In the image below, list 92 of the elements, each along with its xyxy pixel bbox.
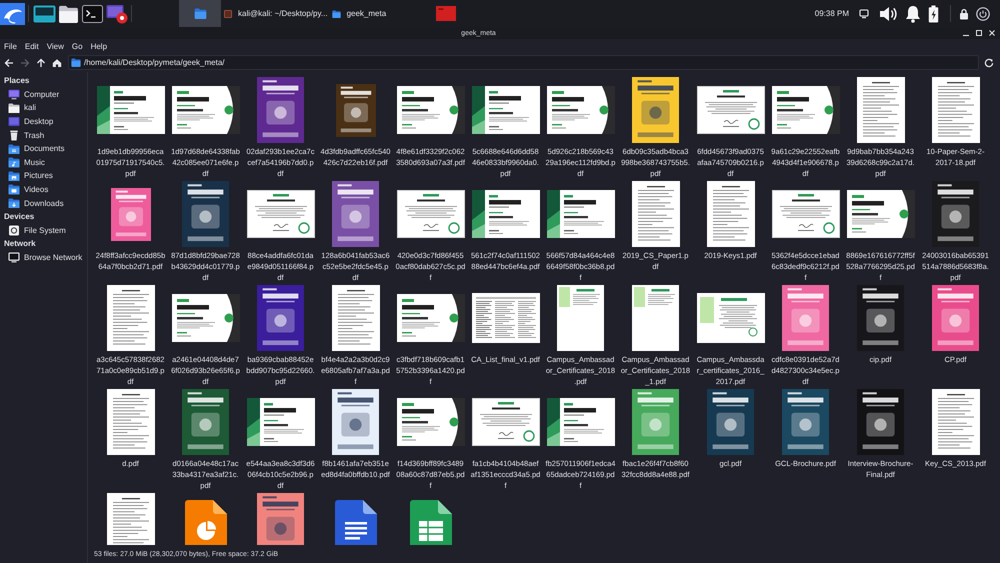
slides-file-icon[interactable] (184, 500, 226, 545)
sidebar-item[interactable]: Videos (8, 182, 48, 196)
taskbar-button[interactable]: geek_meta (330, 4, 388, 22)
battery-icon[interactable] (928, 4, 939, 22)
menu-item[interactable]: Help (90, 42, 108, 50)
clock-text[interactable]: 09:38 PM (814, 9, 849, 18)
display-icon[interactable] (859, 8, 869, 18)
certificate-thumbnail[interactable] (772, 86, 840, 134)
sidebar-item[interactable]: Pictures (8, 169, 53, 183)
certificate-thumbnail[interactable] (246, 398, 314, 446)
certificate-thumbnail[interactable] (472, 190, 540, 238)
reload-icon[interactable] (984, 58, 994, 68)
folder-icon (194, 8, 206, 19)
certificate-thumbnail[interactable] (172, 86, 240, 134)
document-thumbnail[interactable] (632, 285, 679, 351)
app-window-icon (436, 6, 456, 21)
document-thumbnail[interactable] (932, 77, 980, 143)
home-icon[interactable] (52, 58, 62, 68)
certificate-thumbnail[interactable] (246, 190, 314, 238)
document-thumbnail[interactable] (706, 181, 754, 247)
document-thumbnail[interactable] (696, 293, 764, 343)
document-thumbnail[interactable] (332, 285, 380, 351)
spreadsheet-file-icon[interactable] (410, 500, 452, 545)
certificate-thumbnail[interactable] (546, 190, 614, 238)
sidebar-heading: Devices (4, 210, 34, 223)
terminal-icon[interactable] (82, 4, 103, 22)
image-folder-icon (8, 170, 20, 182)
document-thumbnail[interactable] (106, 389, 154, 455)
certificate-thumbnail[interactable] (396, 86, 464, 134)
up-arrow-icon[interactable] (36, 58, 46, 68)
certificate-thumbnail[interactable] (772, 190, 840, 238)
folder-icon (8, 144, 20, 154)
taskbar-button[interactable]: kali@kali: ~/Desktop/py... (222, 4, 330, 22)
network-icon (8, 252, 20, 264)
computer-icon (8, 88, 20, 100)
document-thumbnail[interactable] (106, 493, 154, 545)
certificate-thumbnail[interactable] (546, 86, 614, 134)
sidebar-item[interactable]: Computer (8, 88, 60, 102)
desktop-icon (8, 116, 20, 128)
sidebar-heading: Places (4, 75, 30, 87)
certificate-thumbnail[interactable] (696, 86, 764, 134)
close-icon[interactable] (988, 29, 996, 37)
sidebar-item[interactable]: Documents (8, 142, 64, 156)
table-document-thumbnail[interactable] (472, 293, 540, 343)
folder-icon (71, 58, 81, 67)
folder-icon[interactable] (58, 4, 79, 22)
certificate-thumbnail[interactable] (546, 398, 614, 446)
sidebar-item[interactable]: Browse Network (8, 250, 82, 264)
document-thumbnail[interactable] (932, 389, 980, 455)
document-thumbnail[interactable] (557, 285, 604, 351)
screen-record-icon[interactable] (106, 4, 128, 24)
menu-item[interactable]: Go (72, 42, 83, 50)
certificate-thumbnail[interactable] (172, 294, 240, 342)
certificate-thumbnail[interactable] (396, 398, 464, 446)
certificate-thumbnail[interactable] (96, 86, 164, 134)
bell-icon[interactable] (905, 4, 921, 22)
screen-icon[interactable] (33, 4, 56, 24)
video-folder-icon (8, 184, 20, 195)
certificate-thumbnail[interactable] (396, 294, 464, 342)
sidebar-item[interactable]: kali (8, 101, 36, 115)
sidebar-item[interactable]: Downloads (8, 196, 64, 210)
logo-icon[interactable] (0, 2, 25, 24)
certificate-thumbnail[interactable] (472, 86, 540, 134)
menu-item[interactable]: View (46, 42, 64, 50)
sidebar-item[interactable]: File System (8, 224, 66, 238)
menu-item[interactable]: Edit (24, 42, 39, 50)
folder-icon (8, 102, 20, 114)
workspace-button[interactable] (179, 0, 221, 27)
drive-icon (8, 224, 20, 236)
download-folder-icon (8, 198, 20, 208)
path-field[interactable]: /home/kali/Desktop/pymeta/geek_meta/ (68, 55, 979, 70)
power-icon[interactable] (976, 6, 990, 20)
sidebar-item[interactable]: Music (8, 156, 45, 170)
document-thumbnail[interactable] (632, 181, 680, 247)
sidebar-item[interactable]: Trash (8, 128, 44, 142)
taskbar-button[interactable] (434, 4, 458, 22)
document-file-icon[interactable] (334, 500, 376, 545)
music-folder-icon (8, 157, 20, 168)
certificate-thumbnail[interactable] (846, 190, 914, 238)
sidebar-heading: Network (4, 238, 36, 250)
lock-icon[interactable] (959, 8, 969, 20)
menu-item[interactable]: File (4, 42, 17, 50)
back-arrow-icon[interactable] (4, 58, 14, 68)
document-thumbnail[interactable] (856, 77, 904, 143)
app-icon (224, 10, 232, 18)
trash-icon (8, 130, 20, 141)
maximize-icon[interactable] (975, 29, 983, 37)
sidebar-item[interactable]: Desktop (8, 114, 54, 128)
document-thumbnail[interactable] (106, 285, 154, 351)
certificate-thumbnail[interactable] (472, 398, 540, 446)
certificate-thumbnail[interactable] (396, 190, 464, 238)
folder-icon (332, 10, 341, 18)
